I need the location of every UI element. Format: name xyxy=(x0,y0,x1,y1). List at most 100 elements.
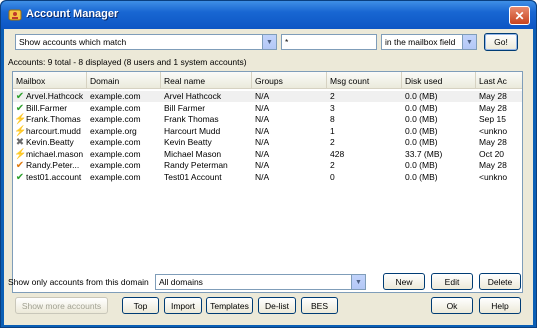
delete-button[interactable]: Delete xyxy=(479,273,521,290)
cell-real-name: Test01 Account xyxy=(164,171,222,182)
account-row[interactable]: ⚡ Frank.Thomas example.com Frank Thomas N/A 8… xyxy=(13,114,522,125)
delist-button[interactable]: De-list xyxy=(258,297,296,314)
domain-select-value: All domains xyxy=(159,277,203,287)
cell-mailbox: harcourt.mudd xyxy=(26,125,81,136)
import-button[interactable]: Import xyxy=(164,297,202,314)
cell-last-access: May 28 xyxy=(479,91,507,101)
accounts-list[interactable]: Mailbox Domain Real name Groups Msg coun… xyxy=(12,71,523,293)
check-icon: ✔ xyxy=(15,91,25,102)
cell-disk-used: 0.0 (MB) xyxy=(405,102,438,113)
cell-real-name: Randy Peterman xyxy=(164,160,228,170)
lightning-icon: ⚡ xyxy=(14,114,27,125)
cell-groups: N/A xyxy=(255,137,270,147)
column-header-last-access[interactable]: Last Ac xyxy=(476,72,522,89)
ok-button[interactable]: Ok xyxy=(431,297,473,314)
cell-mailbox: Arvel.Hathcock xyxy=(26,91,84,101)
cell-domain: example.com xyxy=(90,102,141,113)
cell-last-access: <unkno xyxy=(479,171,508,182)
column-header-domain[interactable]: Domain xyxy=(87,72,161,89)
cell-real-name: Frank Thomas xyxy=(164,114,219,124)
app-icon xyxy=(8,8,22,22)
cell-disk-used: 0.0 (MB) xyxy=(405,125,438,136)
account-row[interactable]: ✔ Arvel.Hathcock example.com Arvel Hathcock… xyxy=(13,91,522,102)
cell-last-access: Oct 20 xyxy=(479,148,505,159)
templates-button[interactable]: Templates xyxy=(206,297,253,314)
list-header: Mailbox Domain Real name Groups Msg coun… xyxy=(13,72,522,89)
cell-real-name: Michael Mason xyxy=(164,148,222,159)
cell-groups: N/A xyxy=(255,91,270,101)
domain-select[interactable]: All domains ▼ xyxy=(155,274,366,290)
cell-last-access: May 28 xyxy=(479,102,507,113)
cell-groups: N/A xyxy=(255,160,270,170)
bes-button[interactable]: BES xyxy=(301,297,338,314)
cell-domain: example.org xyxy=(90,125,137,136)
cell-domain: example.com xyxy=(90,171,141,182)
cell-groups: N/A xyxy=(255,148,270,159)
cell-real-name: Arvel Hathcock xyxy=(164,91,222,101)
top-button[interactable]: Top xyxy=(122,297,159,314)
cell-domain: example.com xyxy=(90,91,141,101)
title-bar[interactable]: Account Manager ✕ xyxy=(1,1,536,29)
column-header-disk-used[interactable]: Disk used xyxy=(402,72,476,89)
cell-mailbox: Frank.Thomas xyxy=(26,114,81,124)
field-select[interactable]: in the mailbox field ▼ xyxy=(381,34,477,50)
cell-disk-used: 0.0 (MB) xyxy=(405,160,438,170)
cell-real-name: Kevin Beatty xyxy=(164,137,212,147)
disabled-x-icon: ✖ xyxy=(15,137,25,148)
cell-mailbox: test01.account xyxy=(26,171,82,182)
domain-filter-label: Show only accounts from this domain xyxy=(8,277,149,287)
cell-real-name: Bill Farmer xyxy=(164,102,206,113)
cell-msg-count: 8 xyxy=(330,114,335,124)
pattern-input[interactable]: * xyxy=(281,34,377,50)
cell-domain: example.com xyxy=(90,137,141,147)
cell-msg-count: 428 xyxy=(330,148,345,159)
cell-msg-count: 0 xyxy=(330,171,335,182)
cell-groups: N/A xyxy=(255,171,270,182)
chevron-down-icon: ▼ xyxy=(262,35,276,49)
show-more-accounts-button[interactable]: Show more accounts xyxy=(15,297,108,314)
cell-groups: N/A xyxy=(255,102,270,113)
cell-mailbox: Kevin.Beatty xyxy=(26,137,74,147)
close-button[interactable]: ✕ xyxy=(509,6,530,25)
column-header-groups[interactable]: Groups xyxy=(252,72,327,89)
accounts-summary: Accounts: 9 total - 8 displayed (8 users… xyxy=(8,57,247,67)
cell-mailbox: Randy.Peter... xyxy=(26,160,80,170)
cell-msg-count: 2 xyxy=(330,160,335,170)
cell-disk-used: 33.7 (MB) xyxy=(405,148,443,159)
cell-last-access: May 28 xyxy=(479,137,507,147)
lightning-icon: ⚡ xyxy=(14,148,27,160)
cell-domain: example.com xyxy=(90,114,141,124)
new-button[interactable]: New xyxy=(383,273,425,290)
cell-disk-used: 0.0 (MB) xyxy=(405,91,438,101)
cell-last-access: May 28 xyxy=(479,160,507,170)
cell-domain: example.com xyxy=(90,160,141,170)
column-header-msg-count[interactable]: Msg count xyxy=(327,72,402,89)
column-header-real-name[interactable]: Real name xyxy=(161,72,252,89)
account-row[interactable]: ✔ Bill.Farmer example.com Bill Farmer N/A 3 0.… xyxy=(13,102,522,114)
go-button[interactable]: Go! xyxy=(484,33,518,51)
chevron-down-icon: ▼ xyxy=(351,275,365,289)
match-mode-select[interactable]: Show accounts which match ▼ xyxy=(15,34,277,50)
column-header-mailbox[interactable]: Mailbox xyxy=(13,72,87,89)
cell-mailbox: Bill.Farmer xyxy=(26,102,68,113)
cell-msg-count: 1 xyxy=(330,125,335,136)
cell-real-name: Harcourt Mudd xyxy=(164,125,221,136)
account-row[interactable]: ✔ test01.account example.com Test01 Account… xyxy=(13,171,522,183)
cell-msg-count: 2 xyxy=(330,137,335,147)
edit-button[interactable]: Edit xyxy=(431,273,473,290)
cell-mailbox: michael.mason xyxy=(26,148,84,159)
check-orange-icon: ✔ xyxy=(15,160,25,171)
account-row[interactable]: ✖ Kevin.Beatty example.com Kevin Beatty N/A 2… xyxy=(13,137,522,148)
cell-msg-count: 3 xyxy=(330,102,335,113)
cell-last-access: Sep 15 xyxy=(479,114,506,124)
chevron-down-icon: ▼ xyxy=(462,35,476,49)
account-row[interactable]: ⚡ harcourt.mudd example.org Harcourt Mudd N/… xyxy=(13,125,522,137)
cell-groups: N/A xyxy=(255,125,270,136)
cell-msg-count: 2 xyxy=(330,91,335,101)
account-row[interactable]: ⚡ michael.mason example.com Michael Mason N/… xyxy=(13,148,522,160)
account-row[interactable]: ✔ Randy.Peter... example.com Randy Peterman… xyxy=(13,160,522,171)
cell-disk-used: 0.0 (MB) xyxy=(405,171,438,182)
help-button[interactable]: Help xyxy=(479,297,521,314)
cell-disk-used: 0.0 (MB) xyxy=(405,137,438,147)
cell-disk-used: 0.0 (MB) xyxy=(405,114,438,124)
